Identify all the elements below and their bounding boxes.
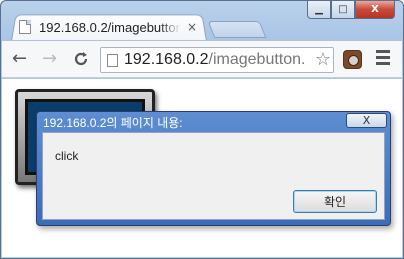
- window-close-button[interactable]: X: [355, 1, 395, 19]
- ok-button[interactable]: 확인: [293, 190, 377, 213]
- alert-dialog: 192.168.0.2의 페이지 내용: X click 확인: [36, 111, 391, 226]
- dialog-body: click 확인: [42, 132, 385, 220]
- minimize-button[interactable]: ▁: [307, 1, 331, 19]
- back-arrow-icon[interactable]: ←: [12, 50, 27, 68]
- browser-toolbar: ← → 192.168.0.2/imagebutton.html ☆: [2, 40, 402, 78]
- document-icon: [19, 20, 31, 34]
- tab-content: 192.168.0.2/imagebutton ×: [15, 17, 205, 37]
- camera-icon[interactable]: [343, 50, 362, 69]
- url-text[interactable]: 192.168.0.2/imagebutton.html: [124, 51, 306, 69]
- url-host: 192.168.0.2: [124, 51, 209, 68]
- dialog-message: click: [55, 149, 79, 163]
- reload-icon[interactable]: [72, 50, 90, 72]
- tab-close-icon[interactable]: ×: [187, 21, 197, 33]
- url-path: /imagebutton.html: [208, 51, 306, 68]
- dialog-title: 192.168.0.2의 페이지 내용:: [43, 116, 183, 130]
- address-bar[interactable]: 192.168.0.2/imagebutton.html ☆: [100, 47, 334, 73]
- tab-title[interactable]: 192.168.0.2/imagebutton: [39, 20, 181, 35]
- new-tab-button[interactable]: [207, 21, 267, 38]
- bookmark-star-icon[interactable]: ☆: [315, 50, 331, 70]
- forward-arrow-icon[interactable]: →: [42, 50, 57, 68]
- browser-window: 192.168.0.2/imagebutton × ▁ □ X ← → 192.…: [0, 0, 404, 259]
- hamburger-menu-icon[interactable]: [376, 50, 390, 68]
- tab-strip: 192.168.0.2/imagebutton × ▁ □ X: [1, 1, 403, 41]
- dialog-close-button[interactable]: X: [346, 113, 387, 128]
- maximize-button[interactable]: □: [331, 1, 355, 19]
- page-icon: [107, 53, 118, 67]
- window-caption-buttons: ▁ □ X: [307, 1, 395, 19]
